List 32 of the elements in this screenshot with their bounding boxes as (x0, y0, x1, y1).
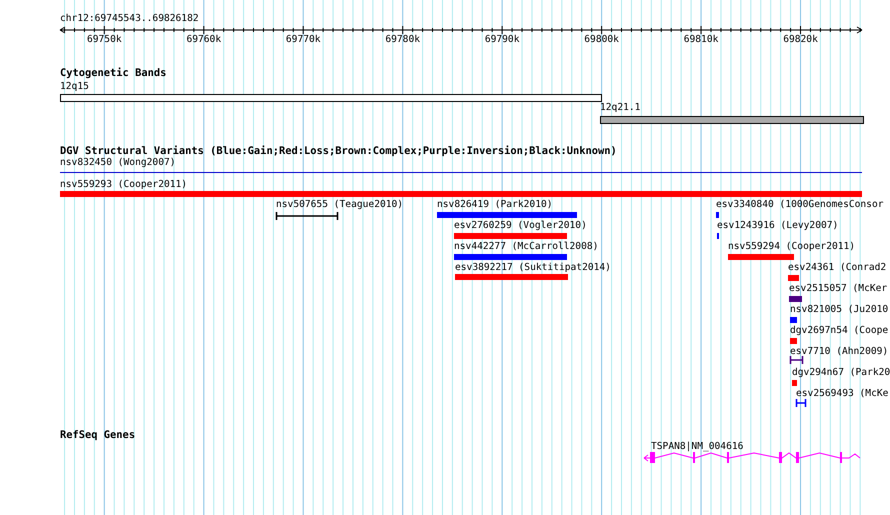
variant-label: esv2760259 (Vogler2010) (454, 220, 587, 232)
variant-label: dgv2697n54 (Coope (790, 325, 888, 337)
band-label: 12q15 (60, 81, 89, 93)
variant-label: nsv559294 (Cooper2011) (728, 241, 856, 253)
variant-label: esv3892217 (Suktitipat2014) (455, 262, 611, 274)
gene-label: TSPAN8|NM_004616 (651, 441, 744, 453)
variant-label: nsv559293 (Cooper2011) (60, 179, 188, 191)
variant-label: esv3340840 (1000GenomesConsor (716, 199, 884, 211)
variant-label: esv1243916 (Levy2007) (717, 220, 838, 232)
track-title: RefSeq Genes (60, 429, 136, 441)
variant-label: esv24361 (Conrad2 (788, 262, 886, 274)
chromosome-range: chr12:69745543..69826182 (60, 13, 199, 25)
variant-label: nsv821005 (Ju2010 (790, 304, 888, 316)
track-title: Cytogenetic Bands (60, 67, 166, 79)
variant-label: esv2515057 (McKer (789, 283, 888, 295)
ruler-tick-label: 69770k (284, 34, 322, 46)
variant-label: esv7710 (Ahn2009) (790, 346, 888, 358)
track-title: DGV Structural Variants (Blue:Gain;Red:Loss;Brown:Complex;Purple:Inversion;Black:Unknown) (60, 145, 617, 157)
ruler-tick-label: 69800k (583, 34, 620, 46)
ruler-tick-label: 69820k (782, 34, 819, 46)
variant-label: dgv294n67 (Park20 (792, 367, 890, 379)
variant-label: nsv507655 (Teague2010) (276, 199, 404, 211)
ruler-tick-label: 69750k (86, 34, 123, 46)
band-label: 12q21.1 (600, 102, 640, 114)
variant-label: nsv826419 (Park2010) (437, 199, 553, 211)
ruler-tick-label: 69790k (484, 34, 520, 46)
ruler-tick-label: 69810k (682, 34, 720, 46)
ruler-tick-label: 69760k (185, 34, 222, 46)
variant-label: nsv832450 (Wong2007) (60, 157, 176, 169)
variant-label: esv2569493 (McKe (796, 388, 888, 400)
variant-label: nsv442277 (McCarroll2008) (454, 241, 598, 253)
ruler-tick-label: 69780k (384, 34, 422, 46)
